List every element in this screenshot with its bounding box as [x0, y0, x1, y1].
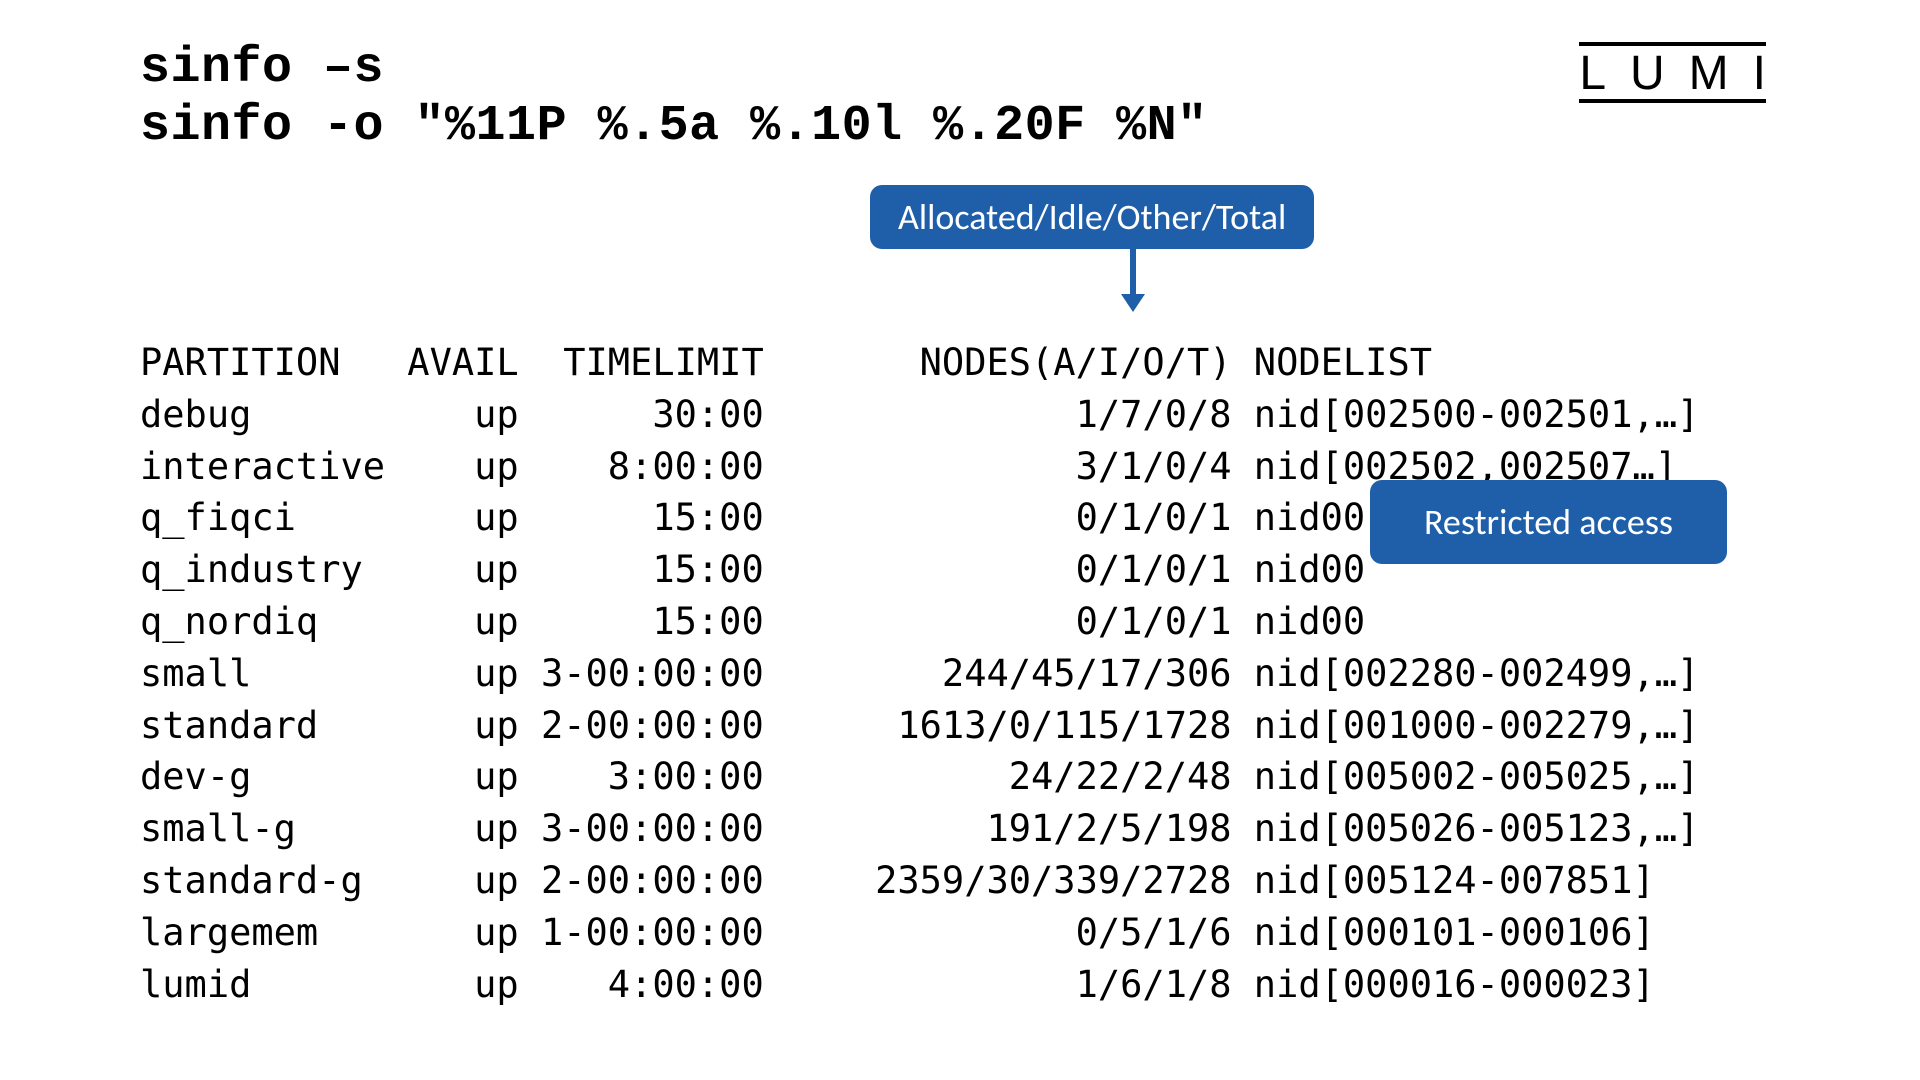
arrow-down-icon: [1130, 248, 1136, 298]
slide-title: sinfo –s sinfo -o "%11P %.5a %.10l %.20F…: [140, 40, 1780, 155]
title-line-1: sinfo –s: [140, 40, 1780, 98]
sinfo-output: PARTITION AVAIL TIMELIMIT NODES(A/I/O/T)…: [140, 337, 1699, 1010]
lumi-logo: LUMI: [1579, 46, 1790, 101]
slide: sinfo –s sinfo -o "%11P %.5a %.10l %.20F…: [0, 0, 1920, 1080]
title-line-2: sinfo -o "%11P %.5a %.10l %.20F %N": [140, 98, 1780, 156]
callout-restricted: Restricted access: [1370, 480, 1727, 564]
lumi-logo-text: LUMI: [1579, 47, 1790, 100]
callout-aiot: Allocated/Idle/Other/Total: [870, 185, 1314, 249]
